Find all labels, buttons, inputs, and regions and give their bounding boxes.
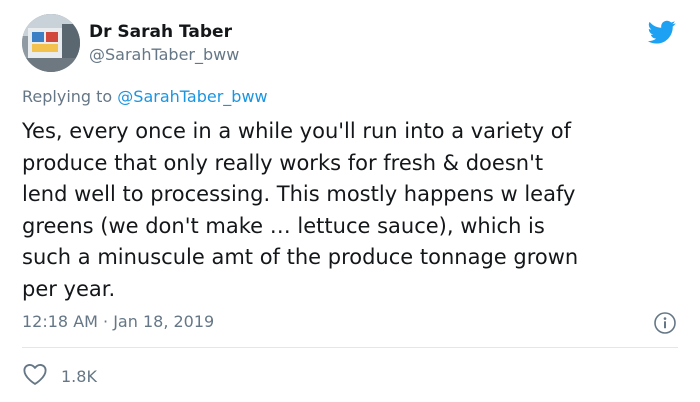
twitter-bird-icon[interactable] (646, 18, 678, 46)
tweet-text-line: such a minuscule amt of the produce tonn… (22, 245, 579, 269)
author-handle[interactable]: @SarahTaber_bww (89, 45, 239, 64)
tweet-text-line: produce that only really works for fresh… (22, 150, 544, 175)
avatar-image (22, 14, 80, 72)
tweet-text: Yes, every once in a while you'll run in… (22, 116, 682, 305)
heart-icon (22, 362, 48, 390)
like-button[interactable]: 1.8K (22, 363, 97, 389)
tweet-timestamp[interactable]: 12:18 AM · Jan 18, 2019 (22, 312, 214, 331)
avatar[interactable] (22, 14, 80, 72)
tweet-card: Dr Sarah Taber @SarahTaber_bww Replying … (0, 0, 700, 402)
tweet-text-line: Yes, every once in a while you'll run in… (22, 119, 572, 143)
divider (22, 347, 678, 348)
reply-context: Replying to @SarahTaber_bww (22, 87, 268, 106)
tweet-text-line: lend well to processing. This mostly hap… (22, 182, 576, 206)
like-count: 1.8K (61, 366, 97, 386)
author-name[interactable]: Dr Sarah Taber (89, 22, 232, 42)
tweet-text-line: greens (we don't make … lettuce sauce), … (22, 213, 545, 238)
reply-prefix: Replying to (22, 87, 113, 106)
tweet-text-line: per year. (22, 276, 116, 301)
reply-to-link[interactable]: @SarahTaber_bww (117, 87, 267, 106)
info-icon[interactable] (653, 311, 677, 335)
